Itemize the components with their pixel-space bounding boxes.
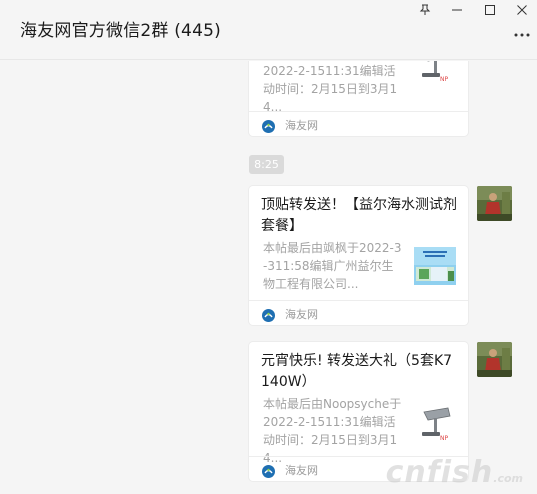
card-description: 本帖最后由Noopsyche于2022-2-1511:31编辑活动时间：2月15… xyxy=(263,64,398,114)
card-description: 本帖最后由飒枫于2022-3-311:58编辑广州益尔生物工程有限公司... xyxy=(263,241,402,291)
site-watermark: cnfish.com xyxy=(385,455,523,490)
link-card[interactable]: 本帖最后由Noopsyche于2022-2-1511:31编辑活动时间：2月15… xyxy=(249,61,468,136)
card-source: 海友网 xyxy=(249,300,468,325)
source-name: 海友网 xyxy=(285,119,318,132)
link-card[interactable]: 顶贴转发送！【益尔海水测试剂套餐】 本帖最后由飒枫于2022-3-311:58编… xyxy=(249,186,468,325)
chat-header: 海友网官方微信2群 (445) xyxy=(0,0,537,60)
card-thumbnail xyxy=(414,247,456,285)
more-dots-icon[interactable] xyxy=(513,28,531,42)
card-title: 元宵快乐! 转发送大礼（5套K7 140W） xyxy=(261,353,453,390)
source-logo-icon xyxy=(262,307,275,322)
chat-window: 海友网官方微信2群 (445) 本帖最后由Noopsyche于2022-2-15… xyxy=(0,0,537,494)
close-icon[interactable] xyxy=(511,2,533,18)
source-logo-icon xyxy=(262,118,275,133)
pin-icon[interactable] xyxy=(414,2,436,18)
card-title: 顶贴转发送！【益尔海水测试剂套餐】 xyxy=(261,197,457,234)
maximize-icon[interactable] xyxy=(479,2,501,18)
minimize-icon[interactable] xyxy=(446,2,468,18)
message-list[interactable]: 本帖最后由Noopsyche于2022-2-1511:31编辑活动时间：2月15… xyxy=(0,61,537,494)
card-thumbnail: NP xyxy=(414,61,456,85)
source-name: 海友网 xyxy=(285,308,318,321)
card-source: 海友网 xyxy=(249,111,468,136)
card-thumbnail: NP xyxy=(414,402,456,444)
sender-avatar[interactable] xyxy=(477,342,512,377)
sender-avatar[interactable] xyxy=(477,186,512,221)
chat-title: 海友网官方微信2群 (445) xyxy=(20,21,221,41)
time-divider: 8:25 xyxy=(249,155,284,174)
svg-text:NP: NP xyxy=(440,76,448,83)
svg-text:NP: NP xyxy=(440,435,448,442)
source-name: 海友网 xyxy=(285,464,318,477)
source-logo-icon xyxy=(262,463,275,478)
